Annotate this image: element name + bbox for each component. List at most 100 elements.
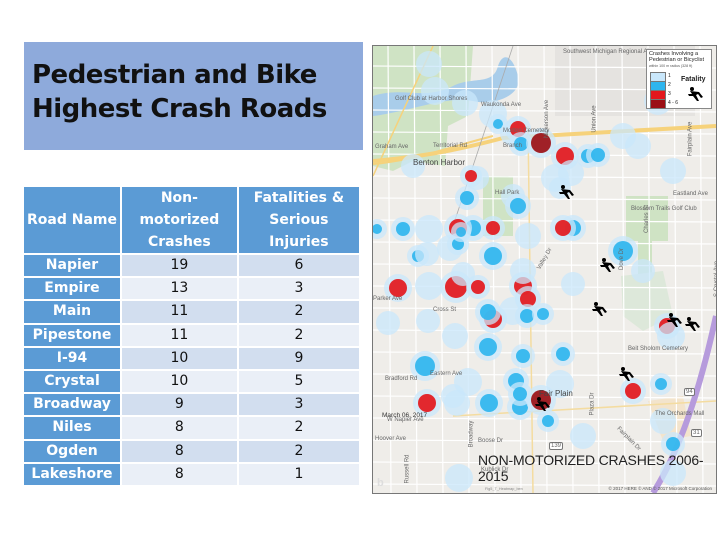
road-name-cell: Lakeshore	[24, 463, 120, 485]
crashes-cell: 11	[121, 301, 237, 323]
title-line-2: Highest Crash Roads	[32, 94, 327, 124]
crash-hotspot	[625, 383, 641, 399]
title-line-1: Pedestrian and Bike	[32, 60, 317, 90]
fatalities-cell: 6	[238, 255, 359, 277]
crash-hotspot-halo	[452, 90, 478, 116]
fatalities-cell: 2	[238, 324, 359, 346]
road-name-cell: I-94	[24, 347, 120, 369]
map-legend: Crashes Involving a Pedestrian or Bicycli…	[646, 49, 712, 109]
map-date: March 06, 2017	[382, 412, 428, 419]
map-label: Boose Dr	[478, 438, 504, 444]
crash-hotspot-halo	[415, 272, 443, 300]
map-label: Eastern Ave	[430, 371, 463, 377]
road-name-cell: Empire	[24, 278, 120, 300]
fatalities-cell: 3	[238, 278, 359, 300]
header-fatalities: Fatalities & Serious Injuries	[238, 187, 359, 253]
map-label: Hall Park	[495, 190, 520, 196]
map-label: Cross St	[433, 307, 457, 313]
table-row: Broadway 9 3	[24, 394, 359, 416]
crash-hotspot	[480, 394, 498, 412]
crash-table: Road Name Non- motorized Crashes Fatalit…	[22, 185, 361, 487]
legend-title: Crashes Involving a Pedestrian or Bicycli…	[649, 51, 705, 64]
fatalities-cell: 2	[238, 417, 359, 439]
crash-hotspot	[516, 349, 530, 363]
road-name-cell: Broadway	[24, 394, 120, 416]
fatalities-cell: 1	[238, 463, 359, 485]
table-header-row: Road Name Non- motorized Crashes Fatalit…	[24, 187, 359, 253]
legend-class-label: 1	[668, 73, 671, 79]
crash-hotspot-halo	[510, 258, 536, 284]
fallen-person-icon	[688, 87, 703, 101]
map-footer-title: NON-MOTORIZED CRASHES 2006-2015	[478, 452, 704, 484]
crash-hotspot-halo	[625, 133, 651, 159]
map-label: Morton Cemetery	[503, 128, 550, 134]
crashes-cell: 8	[121, 463, 237, 485]
crashes-cell: 10	[121, 347, 237, 369]
bing-logo: b	[377, 477, 384, 489]
crash-hotspot	[510, 198, 526, 214]
map-label: Charles St	[644, 204, 651, 234]
crash-hotspot	[486, 221, 500, 235]
crash-hotspot-halo	[631, 259, 655, 283]
crash-hotspot	[418, 394, 436, 412]
crashes-cell: 9	[121, 394, 237, 416]
road-name-cell: Napier	[24, 255, 120, 277]
map-label: Nickerson Ave	[544, 99, 551, 139]
crash-hotspot-halo	[660, 158, 686, 184]
map-label: Blossom Trails Golf Club	[631, 206, 697, 212]
crash-hotspot-halo	[415, 215, 443, 243]
legend-fatality-label: Fatality	[681, 76, 706, 83]
fatality-marker-icon	[685, 317, 700, 331]
fatalities-cell: 5	[238, 370, 359, 393]
map-label: S Crystal Ave	[713, 261, 717, 297]
fatalities-cell: 2	[238, 440, 359, 462]
map-label: The Orchards Mall	[655, 411, 705, 417]
street	[699, 46, 704, 493]
map-label: Waukonda Ave	[481, 102, 522, 108]
legend-class-label: 3	[668, 91, 671, 97]
map-label: 94	[684, 388, 695, 396]
map-label: Russell Rd	[404, 454, 411, 484]
map-label: Parker Ave	[373, 296, 403, 302]
map-label: 31	[691, 429, 702, 437]
crash-hotspot	[513, 387, 527, 401]
crashes-cell: 10	[121, 370, 237, 393]
table-row: Main 11 2	[24, 301, 359, 323]
crash-hotspot	[456, 227, 466, 237]
crash-hotspot	[465, 170, 477, 182]
map-label: Fair Plain	[539, 389, 573, 398]
crash-hotspot	[389, 279, 407, 297]
crash-hotspot	[655, 378, 667, 390]
title-banner: Pedestrian and Bike Highest Crash Roads	[24, 42, 363, 150]
header-road-name: Road Name	[24, 187, 120, 253]
crash-hotspot-halo	[444, 390, 470, 416]
crash-hotspot	[556, 347, 570, 361]
crashes-cell: 13	[121, 278, 237, 300]
map-label: Eastland Ave	[673, 191, 708, 197]
legend-swatch	[650, 99, 666, 109]
road-name-cell: Crystal	[24, 370, 120, 393]
map-label: Graham Ave	[375, 144, 409, 150]
table-row: Empire 13 3	[24, 278, 359, 300]
crash-hotspot	[537, 308, 549, 320]
crash-hotspot	[555, 220, 571, 236]
road-name-cell: Niles	[24, 417, 120, 439]
crash-hotspot	[591, 148, 605, 162]
crashes-cell: 11	[121, 324, 237, 346]
map-label: Territorial Rd	[433, 143, 468, 149]
table-row: Ogden 8 2	[24, 440, 359, 462]
map-copyright: © 2017 HERE © AND © 2017 Microsoft Corpo…	[608, 486, 713, 491]
road-name-cell: Pipestone	[24, 324, 120, 346]
map-label: Benton Harbor	[413, 158, 466, 167]
crash-hotspot-halo	[561, 272, 585, 296]
crashes-cell: 19	[121, 255, 237, 277]
table-row: I-94 10 9	[24, 347, 359, 369]
crash-hotspot-halo	[442, 323, 468, 349]
map-label: Bradford Rd	[385, 376, 418, 382]
fatalities-cell: 2	[238, 301, 359, 323]
table-row: Niles 8 2	[24, 417, 359, 439]
crash-hotspot	[484, 247, 502, 265]
crash-hotspot	[471, 280, 485, 294]
crash-hotspot	[480, 304, 496, 320]
map-attribution: Fig5_T_Heatmap_ben	[485, 487, 523, 491]
